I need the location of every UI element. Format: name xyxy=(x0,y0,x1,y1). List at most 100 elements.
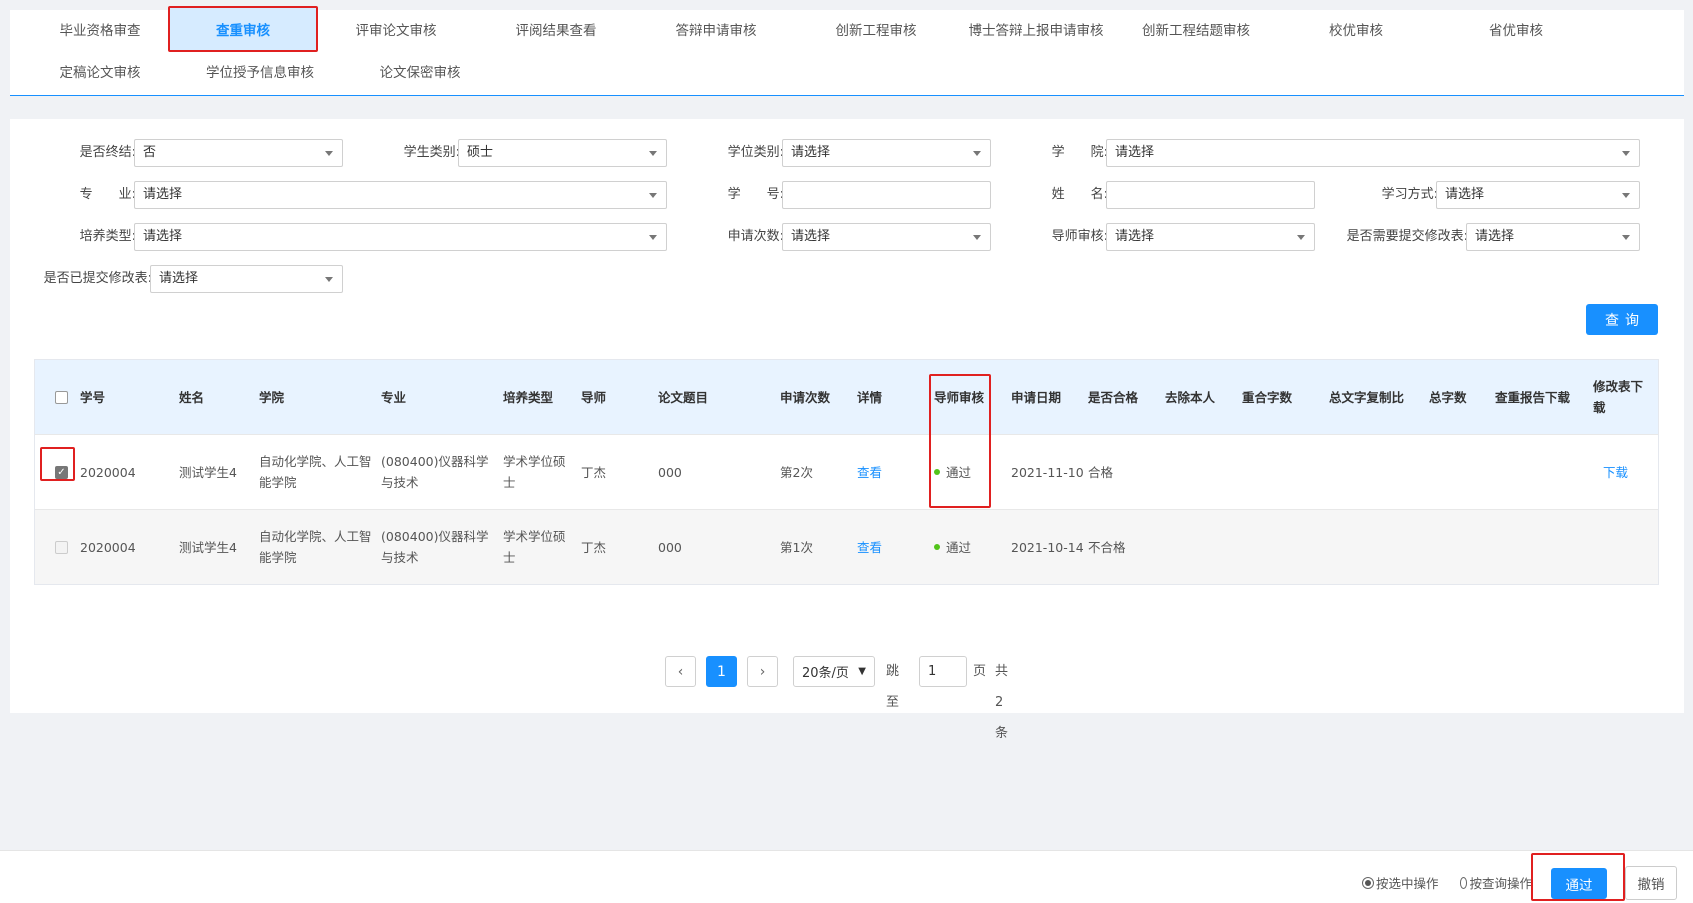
chevron-down-icon xyxy=(973,235,981,240)
tab-review-thesis[interactable]: 评审论文审核 xyxy=(316,10,476,48)
tab-graduation-qualification[interactable]: 毕业资格审查 xyxy=(20,10,180,48)
col-revision-download: 修改表下载 xyxy=(1593,379,1644,415)
chevron-down-icon xyxy=(325,151,333,156)
tab-provincial-excellent[interactable]: 省优审核 xyxy=(1436,10,1596,48)
tab-university-excellent[interactable]: 校优审核 xyxy=(1276,10,1436,48)
chevron-down-icon xyxy=(649,151,657,156)
study-mode-select[interactable]: 请选择 xyxy=(1436,181,1640,209)
view-detail-link[interactable]: 查看 xyxy=(857,510,882,584)
col-student-no: 学号 xyxy=(80,389,106,405)
tab-review-results[interactable]: 评阅结果查看 xyxy=(476,10,636,48)
col-excluding-self: 去除本人 xyxy=(1165,389,1216,405)
tab-degree-conferral[interactable]: 学位授予信息审核 xyxy=(180,52,340,90)
chevron-down-icon xyxy=(1297,235,1305,240)
degree-type-select[interactable]: 请选择 xyxy=(782,139,991,167)
chevron-down-icon xyxy=(973,151,981,156)
col-apply-date: 申请日期 xyxy=(1011,389,1062,405)
cell-student-no: 2020004 xyxy=(80,464,136,480)
tab-thesis-confidentiality[interactable]: 论文保密审核 xyxy=(340,52,500,90)
revision-submitted-select[interactable]: 请选择 xyxy=(150,265,343,293)
cell-tutor-review: 通过 xyxy=(934,435,971,509)
cell-thesis-title: 000 xyxy=(658,464,682,480)
chevron-left-icon[interactable]: ‹ xyxy=(665,656,696,687)
tab-innovation-project[interactable]: 创新工程审核 xyxy=(796,10,956,48)
chevron-down-icon xyxy=(649,235,657,240)
tab-innovation-closure[interactable]: 创新工程结题审核 xyxy=(1116,10,1276,48)
student-no-input[interactable] xyxy=(782,181,991,209)
query-button[interactable]: 查询 xyxy=(1586,304,1658,335)
name-input[interactable] xyxy=(1106,181,1315,209)
tab-defense-application[interactable]: 答辩申请审核 xyxy=(636,10,796,48)
col-major: 专业 xyxy=(381,389,407,405)
cell-training-type: 学术学位硕士 xyxy=(503,529,566,565)
view-detail-link[interactable]: 查看 xyxy=(857,435,882,509)
filter-label-study-mode: 学习方式: xyxy=(1381,187,1438,202)
cell-qualified: 合格 xyxy=(1088,464,1114,480)
status-dot-icon xyxy=(934,469,940,475)
col-name: 姓名 xyxy=(179,389,205,405)
chevron-down-icon: ▼ xyxy=(858,666,866,677)
cell-major: (080400)仪器科学与技术 xyxy=(381,454,489,490)
row-checkbox[interactable]: ✓ xyxy=(55,465,68,479)
col-qualified: 是否合格 xyxy=(1088,389,1139,405)
select-all-checkbox[interactable] xyxy=(55,390,68,404)
row-checkbox xyxy=(55,540,68,554)
tab-plagiarism-review[interactable]: 查重审核 xyxy=(168,6,318,52)
goto-page-input[interactable] xyxy=(919,656,967,687)
page-unit-label: 页 xyxy=(973,664,987,679)
page-1-button[interactable]: 1 xyxy=(706,656,737,687)
need-revision-select[interactable]: 请选择 xyxy=(1466,223,1640,251)
cell-apply-count: 第1次 xyxy=(780,539,813,555)
cell-tutor-review: 通过 xyxy=(934,510,971,584)
revoke-button[interactable]: 撤销 xyxy=(1625,866,1677,900)
chevron-down-icon xyxy=(325,277,333,282)
page-size-select[interactable]: 20条/页 ▼ xyxy=(793,656,875,687)
col-tutor: 导师 xyxy=(581,389,607,405)
filter-label-training-type: 培养类型: xyxy=(79,229,136,244)
chevron-down-icon xyxy=(649,193,657,198)
cell-college: 自动化学院、人工智能学院 xyxy=(259,529,372,565)
status-dot-icon xyxy=(934,544,940,550)
col-tutor-review: 导师审核 xyxy=(934,389,985,405)
cell-tutor: 丁杰 xyxy=(581,539,607,555)
cell-apply-date: 2021-11-10 xyxy=(1011,464,1084,480)
tab-final-thesis[interactable]: 定稿论文审核 xyxy=(20,52,180,90)
filter-label-name: 姓 名: xyxy=(1051,187,1108,202)
col-overlap-words: 重合字数 xyxy=(1242,389,1293,405)
apply-count-select[interactable]: 请选择 xyxy=(782,223,991,251)
tutor-review-select[interactable]: 请选择 xyxy=(1106,223,1315,251)
col-college: 学院 xyxy=(259,389,285,405)
filter-label-student-type: 学生类别: xyxy=(403,145,460,160)
total-count: 共2条 xyxy=(995,664,1009,741)
cell-thesis-title: 000 xyxy=(658,539,682,555)
bottom-action-bar: 按选中操作 按查询操作 通过 撤销 xyxy=(0,850,1693,903)
tab-phd-defense-report[interactable]: 博士答辩上报申请审核 xyxy=(956,10,1116,48)
chevron-down-icon xyxy=(1622,151,1630,156)
is-final-select[interactable]: 否 xyxy=(134,139,343,167)
major-select[interactable]: 请选择 xyxy=(134,181,667,209)
cell-name: 测试学生4 xyxy=(179,539,237,555)
filter-label-major: 专 业: xyxy=(79,187,136,202)
filter-label-college: 学 院: xyxy=(1051,145,1108,160)
chevron-right-icon[interactable]: › xyxy=(747,656,778,687)
pass-button[interactable]: 通过 xyxy=(1551,868,1607,899)
filter-label-tutor-review: 导师审核: xyxy=(1051,229,1108,244)
cell-apply-count: 第2次 xyxy=(780,464,813,480)
mode-by-selection[interactable]: 按选中操作 xyxy=(1362,873,1439,892)
cell-college: 自动化学院、人工智能学院 xyxy=(259,454,372,490)
col-training-type: 培养类型 xyxy=(503,389,554,405)
training-type-select[interactable]: 请选择 xyxy=(134,223,667,251)
filter-label-is-final: 是否终结: xyxy=(79,145,136,160)
radio-on-icon xyxy=(1362,876,1374,889)
cell-name: 测试学生4 xyxy=(179,464,237,480)
col-apply-count: 申请次数 xyxy=(780,389,831,405)
college-select[interactable]: 请选择 xyxy=(1106,139,1640,167)
mode-by-query[interactable]: 按查询操作 xyxy=(1460,873,1532,892)
filter-label-student-no: 学 号: xyxy=(727,187,784,202)
student-type-select[interactable]: 硕士 xyxy=(458,139,667,167)
cell-student-no: 2020004 xyxy=(80,539,136,555)
col-total-copy-ratio: 总文字复制比 xyxy=(1329,389,1405,405)
filter-and-results-panel: 是否终结: 否 学生类别: 硕士 学位类别: 请选择 学 院: 请选择 专 业:… xyxy=(10,119,1684,741)
cell-apply-date: 2021-10-14 xyxy=(1011,539,1084,555)
download-revision-link[interactable]: 下载 xyxy=(1603,435,1628,509)
